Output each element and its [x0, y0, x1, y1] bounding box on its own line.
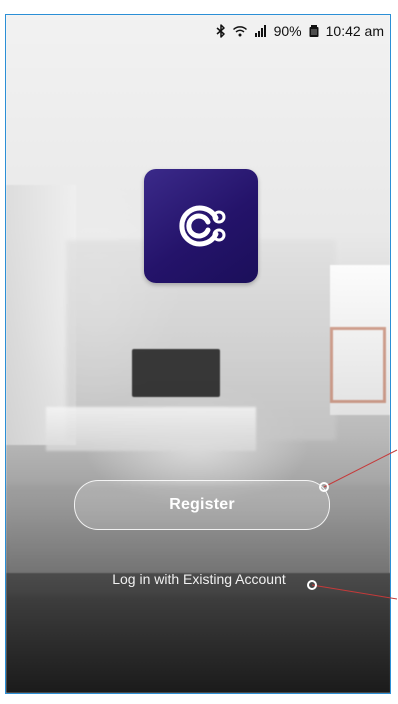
- register-button-label: Register: [169, 496, 235, 513]
- app-logo: [144, 169, 258, 283]
- signal-icon: [254, 24, 268, 38]
- status-time: 10:42 am: [325, 23, 384, 39]
- status-bar-right: 90% 10:42 am: [216, 23, 384, 39]
- background-room-photo: [6, 15, 390, 693]
- battery-icon: [308, 24, 320, 38]
- screenshot-frame: 90% 10:42 am Register Log in with Existi…: [0, 0, 398, 704]
- register-button[interactable]: Register: [74, 480, 330, 530]
- wifi-icon: [232, 24, 248, 38]
- login-link-label: Log in with Existing Account: [112, 571, 286, 587]
- login-existing-account-link[interactable]: Log in with Existing Account: [64, 568, 334, 590]
- status-bar: 90% 10:42 am: [6, 15, 390, 47]
- app-logo-icon: [179, 205, 226, 247]
- bluetooth-icon: [216, 24, 226, 38]
- phone-screen: 90% 10:42 am Register Log in with Existi…: [5, 14, 391, 694]
- battery-percent: 90%: [273, 23, 302, 39]
